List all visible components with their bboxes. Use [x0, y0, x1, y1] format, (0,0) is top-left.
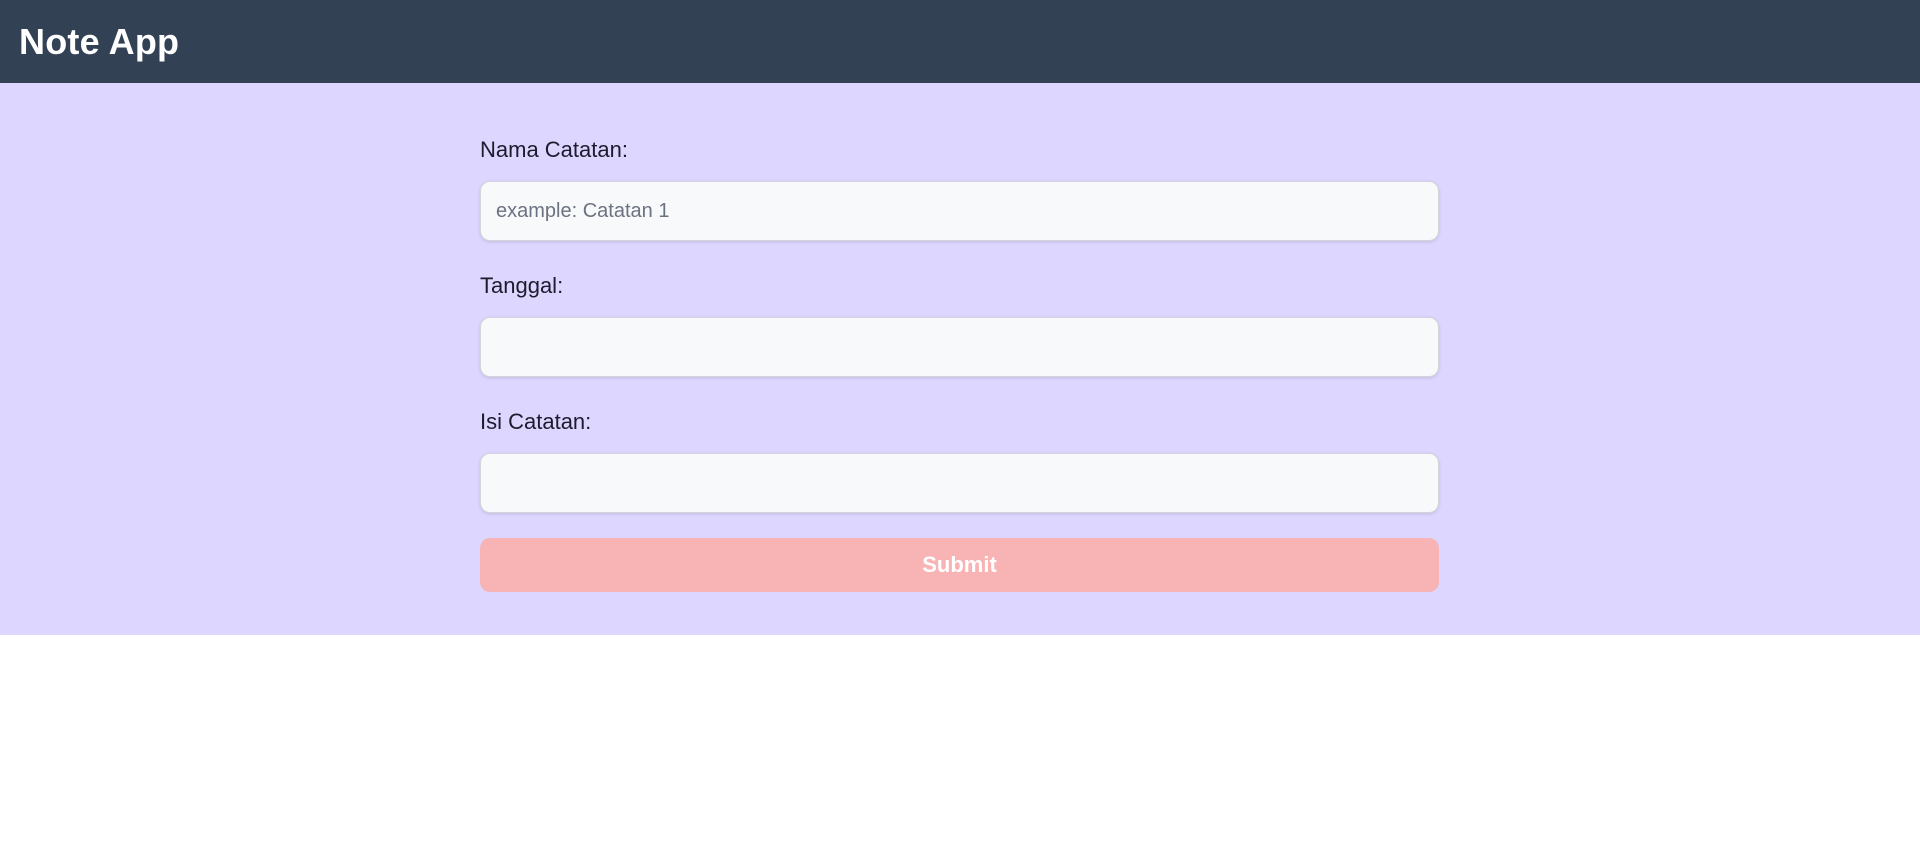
note-name-input[interactable] [480, 181, 1439, 241]
navbar: Note App [0, 0, 1920, 83]
note-form: Nama Catatan: Tanggal: Isi Catatan: Subm… [480, 137, 1439, 592]
note-form-section: Nama Catatan: Tanggal: Isi Catatan: Subm… [0, 83, 1920, 635]
submit-button[interactable]: Submit [480, 538, 1439, 592]
note-date-input[interactable] [480, 317, 1439, 377]
note-date-label: Tanggal: [480, 273, 564, 298]
note-name-label: Nama Catatan: [480, 137, 628, 162]
app-title: Note App [19, 20, 180, 62]
note-content-input[interactable] [480, 453, 1439, 513]
note-content-label: Isi Catatan: [480, 409, 592, 434]
